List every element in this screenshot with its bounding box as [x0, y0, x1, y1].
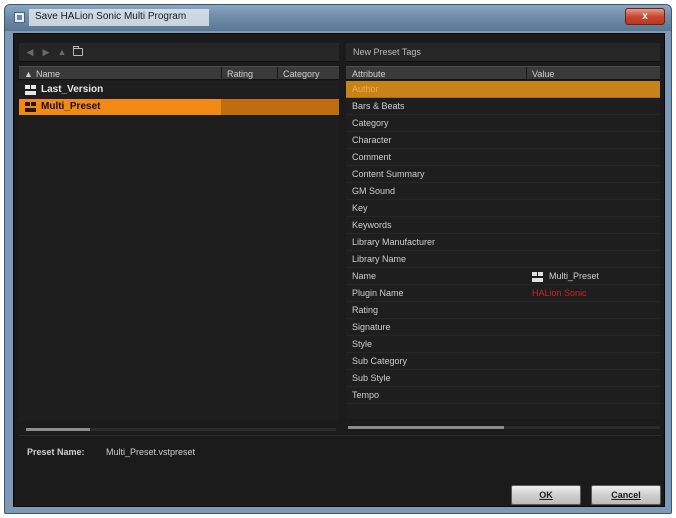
attribute-label: Tempo: [352, 390, 380, 400]
tag-row-sub-category[interactable]: Sub Category: [346, 353, 660, 370]
new-folder-icon[interactable]: [73, 46, 83, 56]
tag-row-comment[interactable]: Comment: [346, 149, 660, 166]
attribute-label: Sub Style: [352, 373, 391, 383]
column-rating[interactable]: Rating: [227, 68, 253, 80]
attribute-value: HALion Sonic: [532, 288, 587, 298]
attribute-label: Keywords: [352, 220, 392, 230]
window-title: Save HALion Sonic Multi Program: [29, 9, 209, 26]
preset-row-multi-preset[interactable]: Multi_Preset: [19, 99, 339, 115]
sort-ascending-icon[interactable]: ▲: [24, 68, 33, 80]
column-attribute[interactable]: Attribute: [352, 68, 386, 80]
tag-row-keywords[interactable]: Keywords: [346, 217, 660, 234]
tag-row-signature[interactable]: Signature: [346, 319, 660, 336]
tags-list: Author Bars & Beats Category Character C…: [346, 81, 660, 419]
dialog-content: ◀ ▶ ▲ ▲ Name Rating Category Last_Versio…: [13, 33, 665, 507]
tag-row-bars-beats[interactable]: Bars & Beats: [346, 98, 660, 115]
tag-row-library-manufacturer[interactable]: Library Manufacturer: [346, 234, 660, 251]
preset-name: Last_Version: [41, 84, 104, 95]
attribute-value: Multi_Preset: [549, 271, 600, 281]
tags-panel-title: New Preset Tags: [346, 43, 660, 62]
scroll-thumb[interactable]: [26, 428, 90, 431]
tag-row-gm-sound[interactable]: GM Sound: [346, 183, 660, 200]
tag-row-rating[interactable]: Rating: [346, 302, 660, 319]
tag-row-category[interactable]: Category: [346, 115, 660, 132]
multi-preset-icon: [532, 272, 543, 282]
browser-toolbar: ◀ ▶ ▲: [19, 43, 339, 62]
attribute-label: Library Manufacturer: [352, 237, 436, 247]
attribute-label: Key: [352, 203, 368, 213]
preset-name-label: Preset Name:: [27, 447, 85, 457]
tag-row-author[interactable]: Author: [346, 81, 660, 98]
tags-list-header: Attribute Value: [346, 66, 660, 81]
attribute-label: Content Summary: [352, 169, 425, 179]
close-button[interactable]: x: [625, 8, 665, 25]
save-dialog-window: Save HALion Sonic Multi Program x ◀ ▶ ▲ …: [4, 4, 672, 514]
attribute-label: Category: [352, 118, 389, 128]
ok-button[interactable]: OK: [511, 485, 581, 505]
column-category[interactable]: Category: [283, 68, 320, 80]
attribute-label: Style: [352, 339, 373, 349]
attribute-label: Library Name: [352, 254, 407, 264]
preset-row-last-version[interactable]: Last_Version: [19, 82, 339, 98]
tag-row-style[interactable]: Style: [346, 336, 660, 353]
preset-list: Last_Version Multi_Preset: [19, 81, 339, 421]
tag-row-plugin-name[interactable]: Plugin Name HALion Sonic: [346, 285, 660, 302]
cancel-button[interactable]: Cancel: [591, 485, 661, 505]
app-icon: [14, 12, 25, 23]
tag-row-tempo[interactable]: Tempo: [346, 387, 660, 404]
column-name[interactable]: Name: [36, 68, 60, 80]
title-bar[interactable]: Save HALion Sonic Multi Program x: [5, 5, 671, 31]
column-value[interactable]: Value: [532, 68, 554, 80]
multi-preset-icon: [25, 102, 36, 112]
preset-name-field[interactable]: Multi_Preset.vstpreset: [106, 447, 195, 457]
divider: [19, 435, 661, 436]
attribute-label: GM Sound: [352, 186, 396, 196]
back-icon[interactable]: ◀: [25, 47, 35, 57]
attribute-label: Signature: [352, 322, 391, 332]
tag-row-name[interactable]: Name Multi_Preset: [346, 268, 660, 285]
tags-list-scrollbar[interactable]: [348, 426, 660, 429]
preset-list-header: ▲ Name Rating Category: [19, 66, 339, 81]
preset-list-scrollbar[interactable]: [26, 428, 336, 431]
up-icon[interactable]: ▲: [57, 47, 67, 57]
tag-row-character[interactable]: Character: [346, 132, 660, 149]
scroll-thumb[interactable]: [348, 426, 504, 429]
attribute-label: Rating: [352, 305, 379, 315]
attribute-label: Bars & Beats: [352, 101, 405, 111]
attribute-label: Sub Category: [352, 356, 408, 366]
multi-preset-icon: [25, 85, 36, 95]
tag-row-sub-style[interactable]: Sub Style: [346, 370, 660, 387]
tag-row-key[interactable]: Key: [346, 200, 660, 217]
forward-icon[interactable]: ▶: [41, 47, 51, 57]
attribute-label: Plugin Name: [352, 288, 404, 298]
attribute-label: Author: [352, 84, 379, 94]
tag-row-content-summary[interactable]: Content Summary: [346, 166, 660, 183]
preset-name: Multi_Preset: [41, 101, 101, 112]
attribute-label: Character: [352, 135, 392, 145]
attribute-label: Name: [352, 271, 377, 281]
attribute-label: Comment: [352, 152, 392, 162]
tag-row-library-name[interactable]: Library Name: [346, 251, 660, 268]
